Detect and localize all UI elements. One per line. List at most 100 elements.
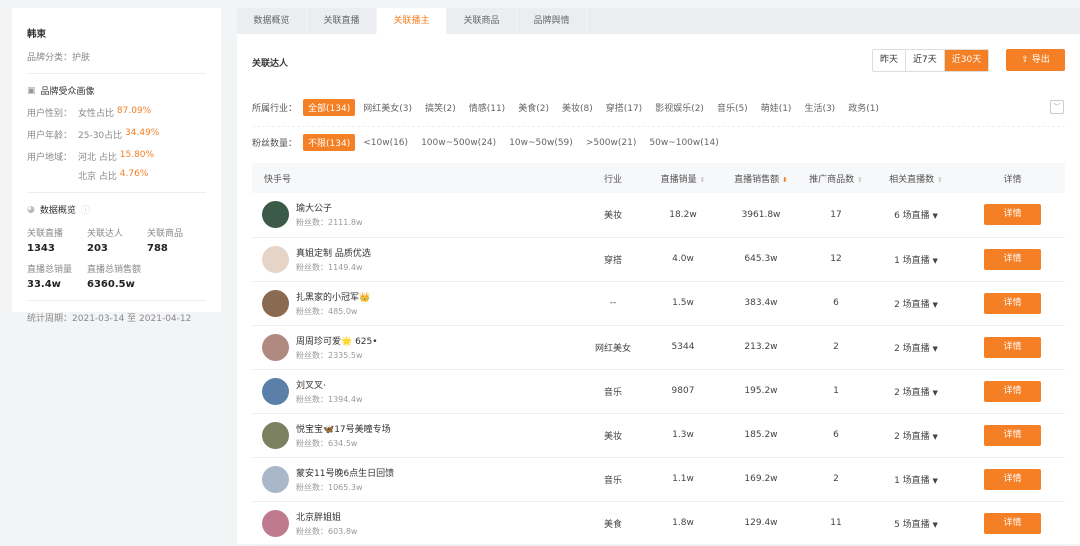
caret-down-icon: ▼ bbox=[932, 256, 938, 265]
sort-icon[interactable]: ⬍ bbox=[700, 176, 706, 184]
sort-desc-icon[interactable]: ⬍ bbox=[782, 176, 788, 184]
lives-dropdown[interactable]: 1 场直播 ▼ bbox=[872, 237, 960, 282]
streamer-name[interactable]: 悦宝宝🦋17号美瞳专场 bbox=[296, 422, 391, 435]
stat-label: 直播总销量 bbox=[27, 265, 73, 275]
stat-label: 关联直播 bbox=[27, 229, 64, 239]
detail-button[interactable]: 详情 bbox=[984, 336, 1041, 358]
avatar[interactable] bbox=[262, 465, 289, 493]
export-button[interactable]: ⇪ 导出 bbox=[1006, 49, 1065, 71]
info-icon[interactable]: ⓘ bbox=[81, 203, 90, 216]
industry-option[interactable]: 美妆(8) bbox=[557, 99, 598, 116]
fans-option[interactable]: 10w~50w(59) bbox=[504, 136, 578, 150]
table-row: 刘叉叉· 粉丝数：1394.4w 音乐 9807 195.2w 1 2 场直播 ▼… bbox=[252, 369, 1065, 414]
industry-option[interactable]: 网红美女(3) bbox=[358, 99, 417, 116]
industry-cell: 穿搭 bbox=[582, 237, 644, 282]
stat-label: 关联商品 bbox=[147, 229, 184, 239]
avatar[interactable] bbox=[262, 421, 289, 449]
streamer-name[interactable]: 刘叉叉· bbox=[296, 378, 363, 391]
detail-button[interactable]: 详情 bbox=[984, 468, 1041, 490]
industry-option[interactable]: 情感(11) bbox=[464, 99, 510, 116]
revenue-cell: 383.4w bbox=[722, 281, 800, 326]
streamer-name[interactable]: 扎黑家的小冠军👑 bbox=[296, 290, 370, 303]
sales-cell: 1.5w bbox=[644, 281, 722, 326]
lives-count: 2 场直播 bbox=[894, 387, 930, 398]
lives-dropdown[interactable]: 6 场直播 ▼ bbox=[872, 193, 960, 238]
sort-icon[interactable]: ⬍ bbox=[857, 176, 863, 184]
streamer-name[interactable]: 真姐定制 品质优选 bbox=[296, 246, 371, 259]
detail-button[interactable]: 详情 bbox=[984, 512, 1041, 534]
lives-dropdown[interactable]: 5 场直播 ▼ bbox=[872, 501, 960, 546]
detail-button[interactable]: 详情 bbox=[984, 292, 1041, 314]
fans-option[interactable]: 50w~100w(14) bbox=[644, 136, 723, 150]
avatar[interactable] bbox=[262, 333, 289, 361]
account-cell: 扎黑家的小冠军👑 粉丝数：485.0w bbox=[252, 281, 582, 326]
industry-option[interactable]: 美食(2) bbox=[513, 99, 554, 116]
industry-option[interactable]: 搞笑(2) bbox=[420, 99, 461, 116]
fans-prefix: 粉丝数： bbox=[296, 306, 328, 316]
industry-option[interactable]: 政务(1) bbox=[843, 99, 884, 116]
tab-overview[interactable]: 数据概览 bbox=[237, 8, 307, 34]
revenue-cell: 169.2w bbox=[722, 457, 800, 502]
fans-count: 2335.5w bbox=[328, 350, 363, 360]
col-products[interactable]: 推广商品数 ⬍ bbox=[800, 163, 872, 193]
fans-option[interactable]: 100w~500w(24) bbox=[416, 136, 501, 150]
lives-dropdown[interactable]: 2 场直播 ▼ bbox=[872, 413, 960, 458]
industry-label: 所属行业： bbox=[252, 104, 298, 114]
range-yesterday[interactable]: 昨天 bbox=[873, 50, 907, 71]
range-30days[interactable]: 近30天 bbox=[944, 50, 989, 71]
fans-option[interactable]: <10w(16) bbox=[358, 136, 413, 150]
lives-dropdown[interactable]: 2 场直播 ▼ bbox=[872, 281, 960, 326]
region1-text: 河北 占比 bbox=[78, 153, 117, 163]
lives-dropdown[interactable]: 2 场直播 ▼ bbox=[872, 369, 960, 414]
col-lives[interactable]: 相关直播数 ⬍ bbox=[872, 163, 960, 193]
tab-live[interactable]: 关联直播 bbox=[307, 8, 377, 34]
revenue-cell: 3961.8w bbox=[722, 193, 800, 238]
fans-option[interactable]: 不限(134) bbox=[303, 134, 356, 151]
industry-option[interactable]: 音乐(5) bbox=[712, 99, 753, 116]
account-cell: 蒙安11号晚6点生日回馈 粉丝数：1065.3w bbox=[252, 457, 582, 502]
col-sales[interactable]: 直播销量 ⬍ bbox=[644, 163, 722, 193]
streamer-table: 快手号 行业 直播销量 ⬍ 直播销售额 ⬍ 推广商品数 ⬍ 相关直播数 ⬍ 详情… bbox=[252, 163, 1065, 546]
streamer-name[interactable]: 蒙安11号晚6点生日回馈 bbox=[296, 466, 394, 479]
avatar[interactable] bbox=[262, 289, 289, 317]
detail-button[interactable]: 详情 bbox=[984, 380, 1041, 402]
tab-products[interactable]: 关联商品 bbox=[447, 8, 517, 34]
streamer-name[interactable]: 周周珍可爱🌟 625• bbox=[296, 334, 378, 347]
sort-icon[interactable]: ⬍ bbox=[937, 176, 943, 184]
stat-value: 1343 bbox=[27, 243, 55, 254]
revenue-cell: 213.2w bbox=[722, 325, 800, 370]
chevron-down-icon[interactable]: ﹀ bbox=[1050, 100, 1064, 114]
industry-option[interactable]: 全部(134) bbox=[303, 99, 356, 116]
stat-label: 直播总销售额 bbox=[87, 265, 142, 275]
range-7days[interactable]: 近7天 bbox=[906, 50, 945, 71]
lives-dropdown[interactable]: 1 场直播 ▼ bbox=[872, 457, 960, 502]
fans-option[interactable]: >500w(21) bbox=[581, 136, 642, 150]
avatar[interactable] bbox=[262, 377, 289, 405]
detail-button[interactable]: 详情 bbox=[984, 424, 1041, 446]
section-title: 关联达人 bbox=[252, 59, 289, 69]
category-label: 品牌分类： bbox=[27, 53, 73, 63]
industry-option[interactable]: 萌娃(1) bbox=[756, 99, 797, 116]
industry-option[interactable]: 影视娱乐(2) bbox=[650, 99, 709, 116]
lives-count: 2 场直播 bbox=[894, 343, 930, 354]
tab-sentiment[interactable]: 品牌舆情 bbox=[517, 8, 587, 34]
streamer-name[interactable]: 瑜大公子 bbox=[296, 201, 363, 214]
products-cell: 17 bbox=[800, 193, 872, 238]
avatar[interactable] bbox=[262, 201, 289, 229]
avatar[interactable] bbox=[262, 245, 289, 273]
col-revenue[interactable]: 直播销售额 ⬍ bbox=[722, 163, 800, 193]
industry-option[interactable]: 穿搭(17) bbox=[601, 99, 647, 116]
fans-count: 603.8w bbox=[328, 526, 358, 536]
industry-option[interactable]: 生活(3) bbox=[799, 99, 840, 116]
stat-value: 6360.5w bbox=[87, 279, 135, 290]
upload-icon: ⇪ bbox=[1021, 55, 1029, 65]
streamer-name[interactable]: 北京胖姐姐 bbox=[296, 510, 357, 523]
tab-streamers[interactable]: 关联播主 bbox=[377, 8, 447, 34]
avatar[interactable] bbox=[262, 509, 289, 537]
lives-dropdown[interactable]: 2 场直播 ▼ bbox=[872, 325, 960, 370]
gender-label: 用户性别： bbox=[27, 109, 73, 119]
overview-title: 数据概览 bbox=[39, 206, 76, 216]
detail-button[interactable]: 详情 bbox=[984, 248, 1041, 270]
detail-button[interactable]: 详情 bbox=[984, 204, 1041, 226]
products-cell: 6 bbox=[800, 281, 872, 326]
